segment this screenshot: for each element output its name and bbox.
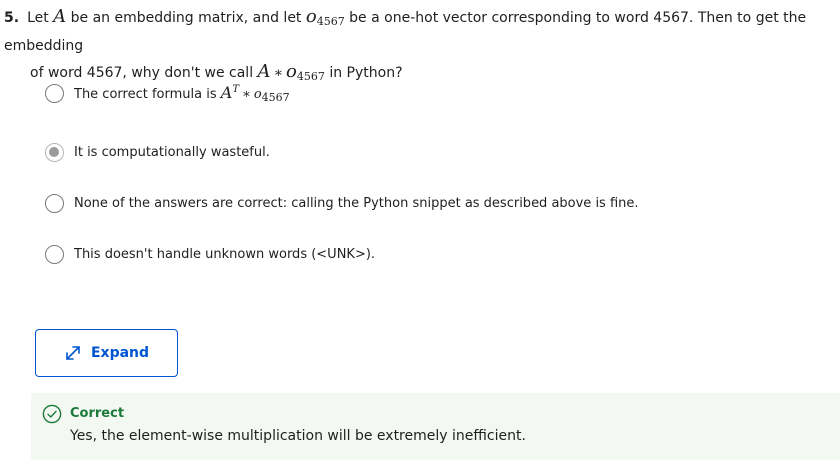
option-label: The correct formula is AT ∗ o4567 (74, 82, 290, 104)
math-var-o: o4567 (253, 86, 290, 104)
math-op-star: ∗ (273, 65, 284, 81)
option-label: None of the answers are correct: calling… (74, 195, 639, 211)
option-3[interactable]: None of the answers are correct: calling… (45, 191, 639, 215)
math-var-a: A (53, 6, 67, 27)
feedback-text: Yes, the element-wise multiplication wil… (70, 428, 526, 444)
question-number: 5. (4, 10, 20, 26)
option-label: It is computationally wasteful. (74, 144, 270, 160)
math-var-a-transpose: AT (220, 82, 239, 102)
math-var-o: o4567 (305, 6, 345, 28)
option-2[interactable]: It is computationally wasteful. (45, 140, 270, 164)
expand-arrows-icon (66, 346, 80, 360)
radio-button[interactable] (45, 244, 64, 264)
math-var-o2: o4567 (286, 61, 325, 83)
math-op-star: ∗ (241, 86, 251, 102)
question-text-part2: be an embedding matrix, and let (70, 10, 302, 26)
question-text-part5: in Python? (329, 65, 403, 81)
math-var-a2: A (257, 61, 271, 82)
expand-button[interactable]: Expand (35, 329, 178, 377)
radio-button[interactable] (45, 193, 64, 213)
option-1[interactable]: The correct formula is AT ∗ o4567 (45, 81, 290, 105)
option-label: This doesn't handle unknown words (<UNK>… (74, 246, 376, 262)
radio-button-selected[interactable] (45, 142, 64, 162)
question-text-part1: Let (27, 10, 49, 26)
expand-button-label: Expand (90, 345, 150, 361)
quiz-page: 5. Let A be an embedding matrix, and let … (0, 0, 840, 460)
feedback-title: Correct (70, 406, 125, 421)
question-text: 5. Let A be an embedding matrix, and let … (4, 4, 840, 89)
check-circle-icon (42, 404, 62, 424)
option-4[interactable]: This doesn't handle unknown words (<UNK>… (45, 242, 375, 266)
feedback-panel: Correct Yes, the element-wise multiplica… (31, 393, 840, 460)
radio-button[interactable] (45, 83, 64, 103)
question-text-part4: of word 4567, why don't we call (30, 65, 254, 81)
